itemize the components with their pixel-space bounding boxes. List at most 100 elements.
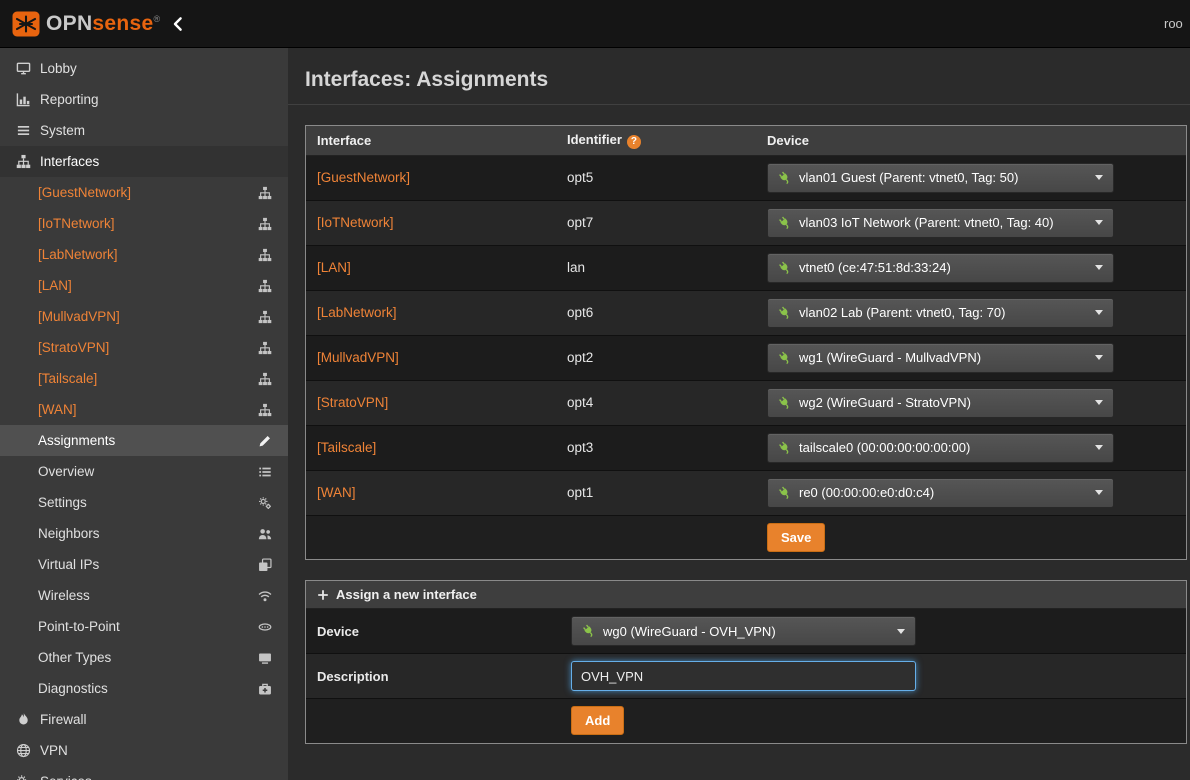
- sidebar-item-wan[interactable]: [WAN]: [0, 394, 288, 425]
- device-select-wan[interactable]: re0 (00:00:00:e0:d0:c4): [767, 478, 1114, 508]
- sitemap-icon: [258, 341, 272, 355]
- sidebar-item-lan[interactable]: [LAN]: [0, 270, 288, 301]
- sidebar-item-services[interactable]: Services: [0, 766, 288, 780]
- chart-icon: [16, 92, 40, 107]
- column-header-identifier-label: Identifier: [567, 132, 622, 147]
- sidebar-item-neighbors[interactable]: Neighbors: [0, 518, 288, 549]
- sidebar-item-label: Settings: [38, 495, 87, 510]
- sidebar-item-system[interactable]: System: [0, 115, 288, 146]
- sidebar-item-label: Overview: [38, 464, 94, 479]
- device-select-labnetwork[interactable]: vlan02 Lab (Parent: vtnet0, Tag: 70): [767, 298, 1114, 328]
- assign-new-interface-panel: Assign a new interface Device wg0 (WireG…: [305, 580, 1187, 744]
- device-select-tailscale[interactable]: tailscale0 (00:00:00:00:00:00): [767, 433, 1114, 463]
- device-select-value: wg1 (WireGuard - MullvadVPN): [799, 350, 981, 365]
- sidebar-item-other-types[interactable]: Other Types: [0, 642, 288, 673]
- device-select-iotnetwork[interactable]: vlan03 IoT Network (Parent: vtnet0, Tag:…: [767, 208, 1114, 238]
- sidebar-collapse-button[interactable]: [170, 16, 186, 32]
- sidebar-item-virtual-ips[interactable]: Virtual IPs: [0, 549, 288, 580]
- help-icon[interactable]: ?: [627, 135, 641, 149]
- sitemap-icon: [258, 372, 272, 386]
- device-select-mullvadvpn[interactable]: wg1 (WireGuard - MullvadVPN): [767, 343, 1114, 373]
- sidebar-item-wireless[interactable]: Wireless: [0, 580, 288, 611]
- sitemap-icon: [258, 186, 272, 200]
- sidebar-item-label: Point-to-Point: [38, 619, 120, 634]
- sidebar-item-interfaces[interactable]: Interfaces: [0, 146, 288, 177]
- topbar: OPNsense® roo: [0, 0, 1190, 48]
- device-select-stratovpn[interactable]: wg2 (WireGuard - StratoVPN): [767, 388, 1114, 418]
- interface-link-iotnetwork[interactable]: [IoTNetwork]: [317, 215, 394, 230]
- tv-icon: [258, 651, 272, 665]
- sidebar-item-reporting[interactable]: Reporting: [0, 84, 288, 115]
- sidebar-item-label: Virtual IPs: [38, 557, 99, 572]
- sidebar-item-mullvadvpn[interactable]: [MullvadVPN]: [0, 301, 288, 332]
- sidebar-item-label: System: [40, 123, 85, 138]
- sidebar-item-vpn[interactable]: VPN: [0, 735, 288, 766]
- wifi-icon: [258, 589, 272, 603]
- sidebar-item-label: [MullvadVPN]: [38, 309, 120, 324]
- sidebar-item-guestnetwork[interactable]: [GuestNetwork]: [0, 177, 288, 208]
- sidebar-item-label: Wireless: [38, 588, 90, 603]
- sidebar-nav: LobbyReporting System Interfaces[GuestNetw…: [0, 48, 288, 780]
- sidebar-item-firewall[interactable]: Firewall: [0, 704, 288, 735]
- description-input[interactable]: [571, 661, 916, 691]
- device-select-value: vlan03 IoT Network (Parent: vtnet0, Tag:…: [799, 215, 1054, 230]
- sidebar-item-tailscale[interactable]: [Tailscale]: [0, 363, 288, 394]
- device-select-value: re0 (00:00:00:e0:d0:c4): [799, 485, 934, 500]
- sidebar-item-stratovpn[interactable]: [StratoVPN]: [0, 332, 288, 363]
- device-select-value: tailscale0 (00:00:00:00:00:00): [799, 440, 970, 455]
- assign-panel-title: Assign a new interface: [336, 587, 477, 602]
- interface-link-wan[interactable]: [WAN]: [317, 485, 356, 500]
- new-device-value: wg0 (WireGuard - OVH_VPN): [603, 624, 776, 639]
- interface-link-labnetwork[interactable]: [LabNetwork]: [317, 305, 397, 320]
- table-row: [GuestNetwork]opt5vlan01 Guest (Parent: …: [306, 155, 1186, 200]
- sidebar-item-overview[interactable]: Overview: [0, 456, 288, 487]
- sidebar-item-labnetwork[interactable]: [LabNetwork]: [0, 239, 288, 270]
- device-select-lan[interactable]: vtnet0 (ce:47:51:8d:33:24): [767, 253, 1114, 283]
- table-row: [WAN]opt1re0 (00:00:00:e0:d0:c4): [306, 470, 1186, 515]
- sidebar-item-diagnostics[interactable]: Diagnostics: [0, 673, 288, 704]
- users-icon: [258, 527, 272, 541]
- caret-down-icon: [1095, 310, 1103, 315]
- save-row: Save: [306, 515, 1186, 559]
- plug-icon: [778, 216, 792, 230]
- table-row: [StratoVPN]opt4wg2 (WireGuard - StratoVP…: [306, 380, 1186, 425]
- table-row: [MullvadVPN] opt2 wg1 (WireGuard - Mullvad…: [306, 335, 1186, 380]
- interface-link-tailscale[interactable]: [Tailscale]: [317, 440, 376, 455]
- plus-icon: [317, 589, 329, 601]
- sidebar-item-iotnetwork[interactable]: [IoTNetwork]: [0, 208, 288, 239]
- sidebar-item-point-to-point[interactable]: Point-to-Point: [0, 611, 288, 642]
- table-header-row: Interface Identifier? Device: [306, 126, 1186, 155]
- sidebar-item-label: Other Types: [38, 650, 111, 665]
- interface-link-mullvadvpn[interactable]: [MullvadVPN]: [317, 350, 399, 365]
- caret-down-icon: [1095, 445, 1103, 450]
- assign-panel-header[interactable]: Assign a new interface: [306, 581, 1186, 609]
- caret-down-icon: [1095, 220, 1103, 225]
- device-select-value: vtnet0 (ce:47:51:8d:33:24): [799, 260, 951, 275]
- topbar-user-menu[interactable]: roo: [1164, 16, 1190, 31]
- clone-icon: [258, 558, 272, 572]
- table-row: [Tailscale]opt3tailscale0 (00:00:00:00:0…: [306, 425, 1186, 470]
- add-button[interactable]: Add: [571, 706, 624, 735]
- interface-link-guestnetwork[interactable]: [GuestNetwork]: [317, 170, 410, 185]
- table-row: [LAN]lanvtnet0 (ce:47:51:8d:33:24): [306, 245, 1186, 290]
- device-plug-icon: [582, 624, 596, 638]
- brand[interactable]: OPNsense®: [0, 11, 288, 37]
- sitemap-icon: [258, 310, 272, 324]
- sidebar-item-label: [StratoVPN]: [38, 340, 109, 355]
- page-title: Interfaces: Assignments: [305, 68, 1190, 92]
- description-label: Description: [306, 654, 560, 699]
- device-select-guestnetwork[interactable]: vlan01 Guest (Parent: vtnet0, Tag: 50): [767, 163, 1114, 193]
- sidebar: LobbyReporting System Interfaces[GuestNetw…: [0, 48, 288, 780]
- sidebar-item-settings[interactable]: Settings: [0, 487, 288, 518]
- new-device-select[interactable]: wg0 (WireGuard - OVH_VPN): [571, 616, 916, 646]
- plug-icon: [778, 441, 792, 455]
- sidebar-item-lobby[interactable]: Lobby: [0, 53, 288, 84]
- save-button[interactable]: Save: [767, 523, 825, 552]
- plug-icon: [778, 396, 792, 410]
- interface-link-lan[interactable]: [LAN]: [317, 260, 351, 275]
- sidebar-item-assignments[interactable]: Assignments: [0, 425, 288, 456]
- main-content: Interfaces: Assignments Interface Identi…: [288, 48, 1190, 780]
- identifier-cell: opt2: [556, 335, 756, 380]
- interface-link-stratovpn[interactable]: [StratoVPN]: [317, 395, 388, 410]
- medkit-icon: [258, 682, 272, 696]
